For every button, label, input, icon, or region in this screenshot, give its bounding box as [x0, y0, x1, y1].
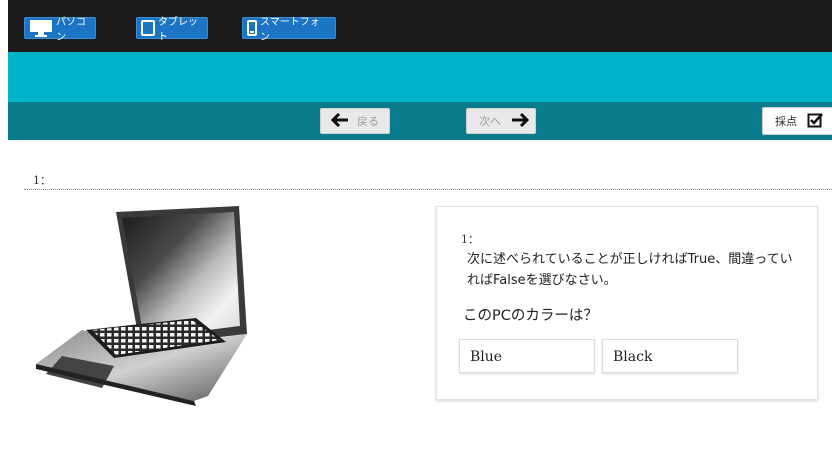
- checkbox-checked-icon: [807, 112, 823, 131]
- desktop-view-button[interactable]: パソコン: [24, 17, 96, 43]
- arrow-right-icon: [511, 112, 530, 130]
- choice-black[interactable]: Black: [602, 339, 738, 373]
- smartphone-view-label: スマートフォン: [260, 17, 320, 43]
- arrow-left-icon: [330, 112, 349, 130]
- tablet-view-label: タブレット: [158, 17, 198, 43]
- smartphone-view-button[interactable]: スマートフォン: [242, 17, 336, 43]
- device-toolbar: パソコン タブレット スマートフォン: [8, 0, 832, 54]
- desktop-icon: [29, 19, 56, 37]
- navigation-bar: 戻る 次へ 採点: [8, 102, 832, 140]
- laptop-image: [36, 206, 251, 410]
- score-button[interactable]: 採点: [762, 107, 832, 135]
- question-divider: [24, 189, 832, 190]
- header-band: [8, 52, 832, 102]
- desktop-view-label: パソコン: [56, 17, 86, 43]
- left-margin: [0, 0, 8, 451]
- score-label: 採点: [775, 115, 797, 128]
- back-button[interactable]: 戻る: [320, 108, 390, 134]
- back-label: 戻る: [357, 115, 379, 128]
- next-button[interactable]: 次へ: [466, 108, 536, 134]
- tablet-icon: [141, 20, 158, 36]
- next-label: 次へ: [479, 115, 501, 128]
- question-instruction: 次に述べられていることが正しければTrue、間違っていればFalseを選びなさい…: [467, 252, 793, 288]
- tablet-view-button[interactable]: タブレット: [136, 17, 208, 43]
- question-number: 1：: [33, 174, 51, 187]
- choice-blue[interactable]: Blue: [459, 339, 595, 373]
- card-question-number: 1：: [461, 233, 479, 246]
- smartphone-icon: [247, 20, 260, 36]
- question-prompt: このPCのカラーは？: [463, 308, 598, 324]
- question-card: 1： 次に述べられていることが正しければTrue、間違っていればFalseを選び…: [436, 206, 818, 400]
